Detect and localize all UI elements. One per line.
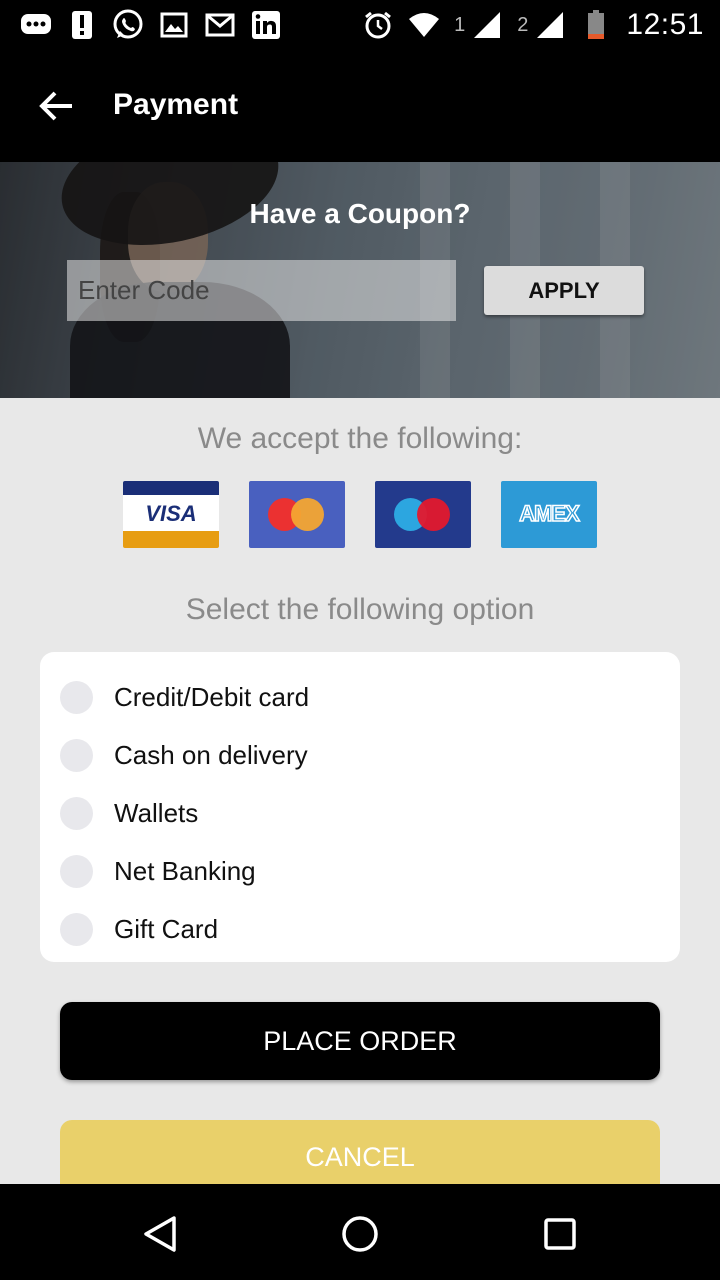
home-circle-icon: [342, 1216, 378, 1252]
coupon-code-input[interactable]: [67, 260, 456, 321]
radio-button[interactable]: [60, 912, 93, 946]
alert-icon: [66, 10, 98, 40]
apply-button[interactable]: APPLY: [484, 266, 644, 315]
chat-bubble-icon: [20, 10, 52, 40]
option-credit-debit-card[interactable]: Credit/Debit card: [40, 668, 680, 726]
maestro-logo: [375, 481, 471, 548]
radio-button[interactable]: [60, 738, 93, 772]
option-label: Gift Card: [114, 913, 219, 944]
page-title: Payment: [113, 88, 239, 121]
option-gift-card[interactable]: Gift Card: [40, 900, 680, 958]
nav-back-button[interactable]: [138, 1212, 182, 1256]
signal-icon: [471, 10, 503, 40]
linkedin-icon: [250, 10, 282, 40]
radio-button[interactable]: [60, 680, 93, 714]
wifi-icon: [408, 10, 440, 40]
back-button[interactable]: [28, 78, 84, 134]
option-net-banking[interactable]: Net Banking: [40, 842, 680, 900]
arrow-left-icon: [39, 91, 72, 121]
back-triangle-icon: [144, 1216, 176, 1252]
option-label: Wallets: [114, 797, 199, 828]
options-title: Select the following option: [185, 593, 535, 626]
image-icon: [158, 10, 190, 40]
navigation-bar: [0, 1184, 720, 1280]
battery-low-icon: [580, 10, 612, 40]
radio-button[interactable]: [60, 854, 93, 888]
amex-label: AMEX: [518, 500, 580, 527]
gmail-icon: [204, 10, 236, 40]
visa-label: VISA: [145, 501, 197, 526]
signal-icon: [534, 10, 566, 40]
amex-logo: AMEX: [501, 481, 597, 548]
option-wallets[interactable]: Wallets: [40, 784, 680, 842]
coupon-banner: Have a Coupon? APPLY: [0, 162, 720, 398]
clock: 12:51: [626, 8, 704, 41]
notification-icons: [20, 8, 282, 42]
status-bar: 1 2 12:51: [0, 0, 720, 50]
recents-square-icon: [544, 1218, 576, 1250]
sim2-label: 2: [517, 13, 529, 36]
mastercard-logo: [249, 481, 345, 548]
sim1-label: 1: [454, 13, 466, 36]
app-bar: Payment: [0, 50, 720, 162]
whatsapp-icon: [112, 9, 144, 40]
radio-button[interactable]: [60, 796, 93, 830]
accept-title: We accept the following:: [197, 422, 523, 455]
payment-options-card: Credit/Debit card Cash on delivery Walle…: [40, 652, 680, 962]
option-cash-on-delivery[interactable]: Cash on delivery: [40, 726, 680, 784]
place-order-button[interactable]: PLACE ORDER: [60, 1002, 660, 1080]
option-label: Credit/Debit card: [114, 681, 310, 712]
option-label: Cash on delivery: [114, 739, 308, 770]
nav-recents-button[interactable]: [538, 1212, 582, 1256]
system-status: 1 2 12:51: [362, 8, 704, 42]
visa-logo: VISA: [123, 481, 219, 548]
option-label: Net Banking: [114, 855, 256, 886]
nav-home-button[interactable]: [338, 1212, 382, 1256]
coupon-title: Have a Coupon?: [249, 198, 471, 229]
alarm-icon: [362, 10, 394, 40]
card-logos: VISA AMEX: [123, 481, 597, 548]
